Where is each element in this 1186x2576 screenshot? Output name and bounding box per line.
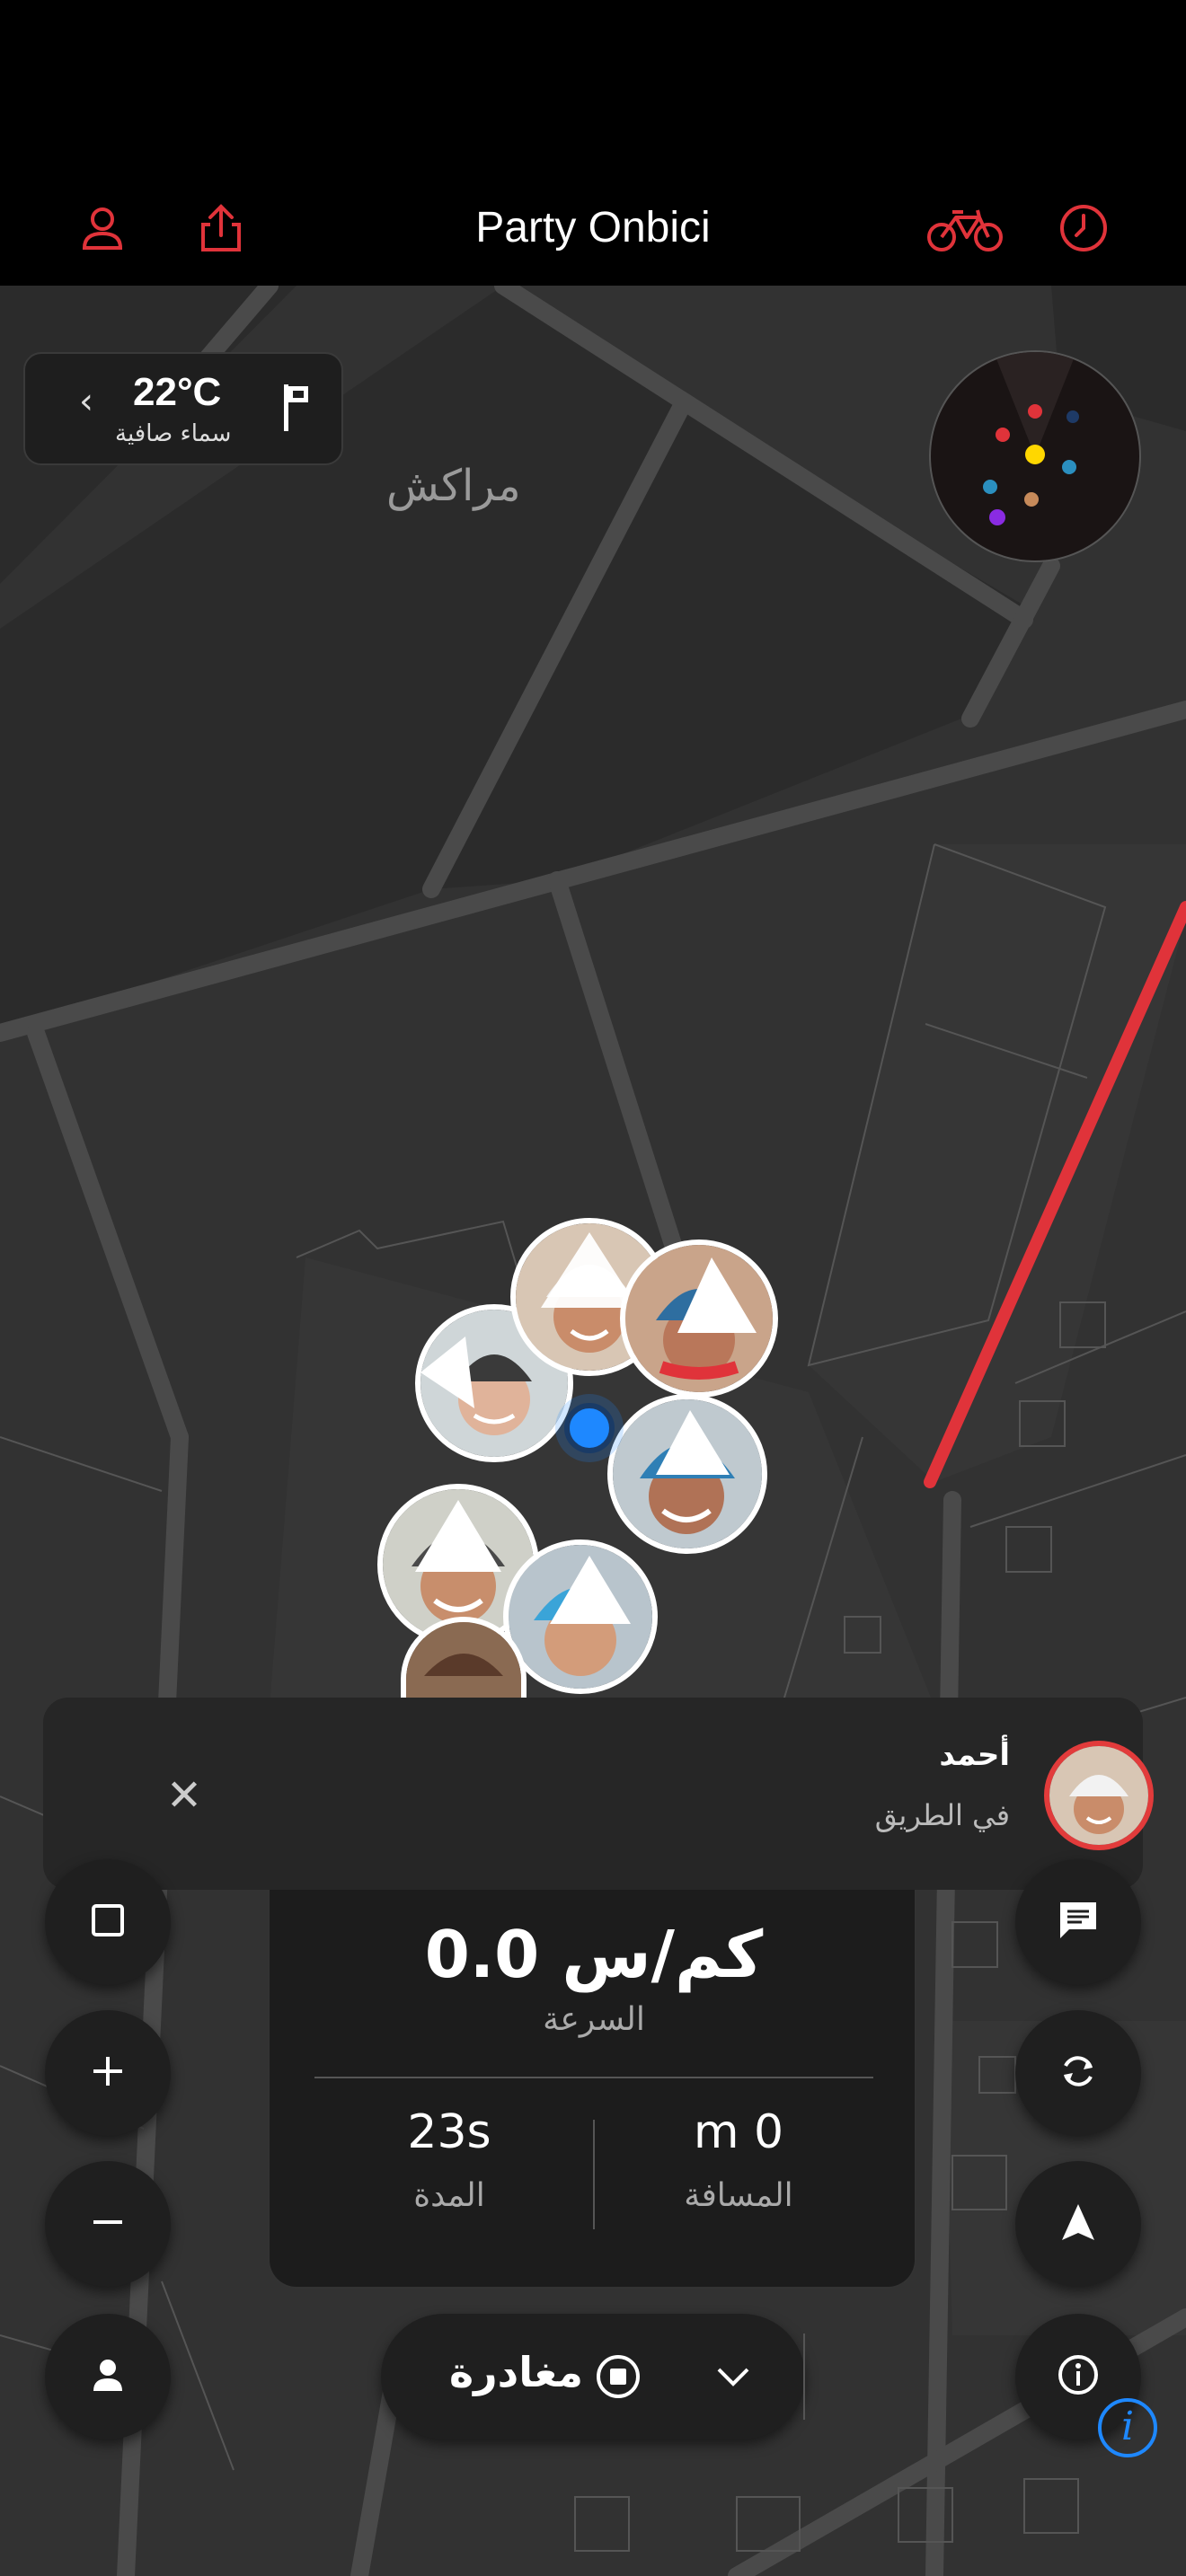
speed-label: السرعة [543, 2001, 645, 2038]
duration-value: 23s [407, 2105, 491, 2159]
rider-info-card[interactable]: ✕ أحمد في الطريق [43, 1698, 1154, 1890]
chat-button[interactable] [1015, 1859, 1141, 1985]
status-bar-area [0, 0, 1186, 171]
radar-dot [1024, 492, 1039, 507]
rider-avatar-marker[interactable] [607, 1394, 767, 1554]
zoom-out-button[interactable] [45, 2161, 171, 2287]
navigate-button[interactable] [1015, 2161, 1141, 2287]
avatar [1044, 1741, 1154, 1850]
rider-avatar-marker[interactable] [620, 1239, 778, 1398]
rider-name: أحمد [939, 1737, 1010, 1773]
divider [803, 2333, 805, 2420]
group-radar[interactable] [929, 350, 1141, 562]
duration-label: المدة [413, 2177, 485, 2214]
profile-icon[interactable] [75, 201, 129, 255]
rider-avatar-marker[interactable] [503, 1539, 658, 1694]
square-button[interactable] [45, 1859, 171, 1985]
close-icon[interactable]: ✕ [144, 1755, 225, 1836]
plus-icon [90, 2053, 126, 2093]
info-badge-icon[interactable]: i [1098, 2398, 1157, 2457]
radar-dot [983, 480, 997, 494]
radar-dot [1028, 404, 1042, 419]
app-title: Party Onbici [475, 204, 711, 251]
radar-dot [996, 428, 1010, 442]
participants-button[interactable] [45, 2314, 171, 2439]
ride-stats-panel: 0.0 كم/س السرعة 23s المدة m 0 المسافة [268, 1890, 916, 2289]
minus-icon [90, 2204, 126, 2244]
navigation-arrow-icon [1057, 2201, 1100, 2247]
distance-value: m 0 [693, 2105, 784, 2159]
distance-label: المسافة [684, 2177, 793, 2214]
divider [593, 2120, 595, 2229]
weather-card[interactable]: ‹ 22°C سماء صافية [23, 352, 343, 465]
city-label: مراكش [386, 461, 521, 511]
info-icon [1057, 2353, 1100, 2400]
sync-icon [1057, 2050, 1100, 2096]
chat-icon [1057, 1899, 1100, 1945]
square-icon [90, 1902, 126, 1942]
flag-icon [280, 381, 313, 438]
clock-icon[interactable] [1057, 201, 1111, 255]
chevron-down-icon[interactable] [713, 2357, 753, 2400]
radar-dot [1062, 460, 1076, 474]
leave-label: مغادرة [449, 2348, 583, 2396]
zoom-in-button[interactable] [45, 2010, 171, 2136]
weather-description: سماء صافية [115, 420, 232, 447]
chevron-left-icon: ‹ [79, 381, 93, 422]
share-icon[interactable] [194, 201, 248, 255]
speed-value: 0.0 كم/س [424, 1917, 764, 1992]
stop-icon [595, 2353, 642, 2404]
top-bar: Party Onbici [0, 171, 1186, 286]
divider [314, 2077, 873, 2078]
current-location-dot [564, 1403, 615, 1453]
leave-ride-button[interactable]: مغادرة [381, 2314, 805, 2439]
radar-dot [989, 509, 1005, 525]
bike-icon[interactable] [925, 201, 1006, 255]
sync-button[interactable] [1015, 2010, 1141, 2136]
rider-status: في الطريق [874, 1798, 1010, 1832]
radar-dot [1025, 445, 1045, 464]
person-icon [88, 2355, 128, 2398]
weather-temperature: 22°C [133, 370, 222, 414]
radar-dot [1067, 410, 1079, 423]
